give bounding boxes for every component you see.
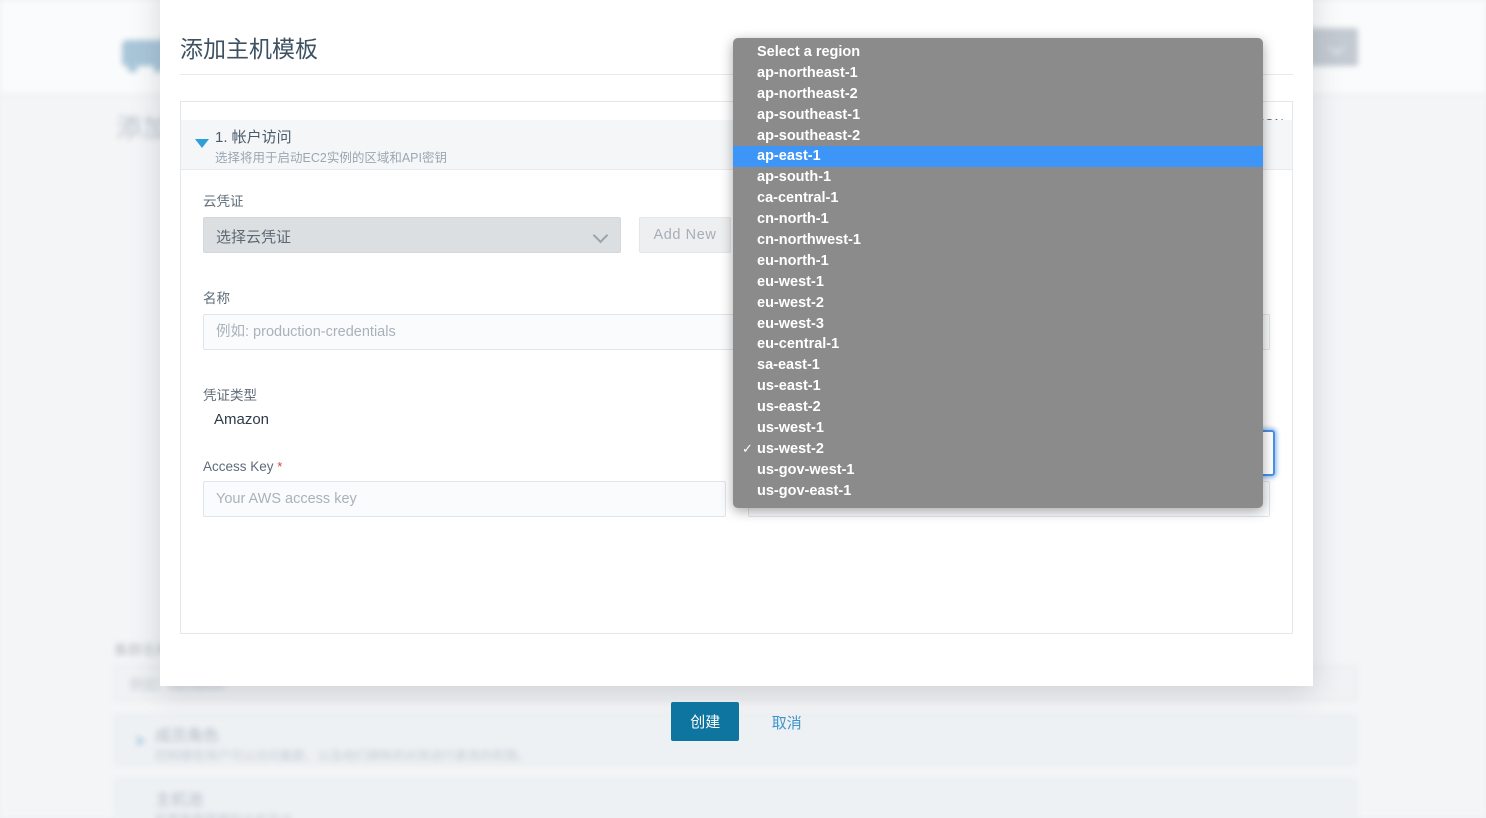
background-accordion-subtitle: 配置集群需要的主机节点: [155, 809, 293, 818]
background-accordion-host-pool[interactable]: 主机池 配置集群需要的主机节点: [114, 778, 1357, 818]
check-icon: ✓: [742, 440, 753, 456]
required-asterisk: *: [277, 459, 283, 474]
cloud-credential-select-wrap: 选择云凭证: [203, 217, 621, 253]
region-option-label: us-west-2: [757, 440, 824, 457]
access-key-label-text: Access Key: [203, 459, 274, 474]
screen: 添加 集群名称 例如: sandbox 成员角色 控制哪些用户可以访问集群，以及…: [0, 0, 1486, 818]
step-1-subtitle: 选择将用于启动EC2实例的区域和API密钥: [215, 151, 447, 165]
region-option-label: ap-south-1: [757, 169, 832, 186]
region-option[interactable]: ap-northeast-2: [733, 84, 1263, 105]
region-option-label: us-gov-west-1: [757, 461, 855, 478]
background-accordion-subtitle: 控制哪些用户可以访问集群，以及他们拥有的对其进行更改的权限。: [155, 749, 531, 763]
access-key-input[interactable]: [203, 481, 726, 517]
region-option[interactable]: cn-north-1: [733, 209, 1263, 230]
region-option[interactable]: eu-central-1: [733, 334, 1263, 355]
region-option-label: ap-east-1: [757, 148, 821, 165]
region-option[interactable]: us-west-1: [733, 418, 1263, 439]
region-option-label: ap-northeast-2: [757, 85, 858, 102]
region-option[interactable]: us-gov-east-1: [733, 481, 1263, 502]
region-option[interactable]: sa-east-1: [733, 355, 1263, 376]
region-option[interactable]: ap-east-1: [733, 146, 1263, 168]
region-option[interactable]: ap-southeast-2: [733, 126, 1263, 147]
region-option[interactable]: ca-central-1: [733, 188, 1263, 209]
region-option[interactable]: us-east-1: [733, 376, 1263, 397]
region-option[interactable]: cn-northwest-1: [733, 230, 1263, 251]
add-new-credential-button[interactable]: Add New: [639, 217, 731, 253]
region-option[interactable]: eu-north-1: [733, 251, 1263, 272]
region-option-label: cn-northwest-1: [757, 232, 861, 249]
create-button[interactable]: 创建: [671, 702, 740, 741]
region-option[interactable]: ap-northeast-1: [733, 63, 1263, 84]
region-option[interactable]: ✓ us-west-2: [733, 439, 1263, 460]
region-dropdown-list[interactable]: Select a region ap-northeast-1 ap-northeas…: [733, 38, 1263, 508]
region-option-label: eu-west-1: [757, 273, 824, 290]
step-1-title: 1. 帐户访问: [215, 129, 292, 146]
region-option[interactable]: ap-south-1: [733, 167, 1263, 188]
chevron-down-icon: [1328, 39, 1345, 56]
cloud-credential-select[interactable]: 选择云凭证: [203, 217, 621, 253]
form-actions: 创建 取消: [181, 702, 1292, 741]
region-option-label: Select a region: [757, 44, 861, 60]
region-option-label: ap-southeast-2: [757, 127, 861, 144]
region-option-label: us-east-2: [757, 399, 821, 416]
region-option-label: ca-central-1: [757, 190, 839, 207]
region-option-label: us-gov-east-1: [757, 482, 852, 499]
region-option-label: cn-north-1: [757, 211, 829, 228]
region-option-label: eu-west-3: [757, 315, 824, 332]
region-option[interactable]: eu-west-3: [733, 314, 1263, 335]
region-option[interactable]: ap-southeast-1: [733, 105, 1263, 126]
cloud-credential-select-value: 选择云凭证: [216, 229, 292, 246]
region-option-label: eu-central-1: [757, 336, 840, 353]
region-option[interactable]: eu-west-2: [733, 293, 1263, 314]
chevron-down-icon: [592, 227, 609, 244]
chevron-down-icon: [195, 139, 209, 148]
region-option-label: sa-east-1: [757, 357, 820, 374]
region-option[interactable]: us-gov-west-1: [733, 460, 1263, 481]
region-option[interactable]: eu-west-1: [733, 272, 1263, 293]
region-option-label: us-east-1: [757, 378, 821, 395]
cancel-button[interactable]: 取消: [772, 712, 802, 733]
region-option-label: eu-north-1: [757, 252, 829, 269]
region-option[interactable]: us-east-2: [733, 397, 1263, 418]
region-option-label: us-west-1: [757, 420, 824, 437]
modal-title: 添加主机模板: [180, 36, 318, 62]
region-option-label: eu-west-2: [757, 294, 824, 311]
background-accordion-title: 主机池: [155, 792, 204, 809]
region-option-label: ap-southeast-1: [757, 106, 861, 123]
region-option[interactable]: Select a region: [733, 42, 1263, 63]
region-option-label: ap-northeast-1: [757, 64, 858, 81]
chevron-right-icon: [137, 735, 146, 747]
